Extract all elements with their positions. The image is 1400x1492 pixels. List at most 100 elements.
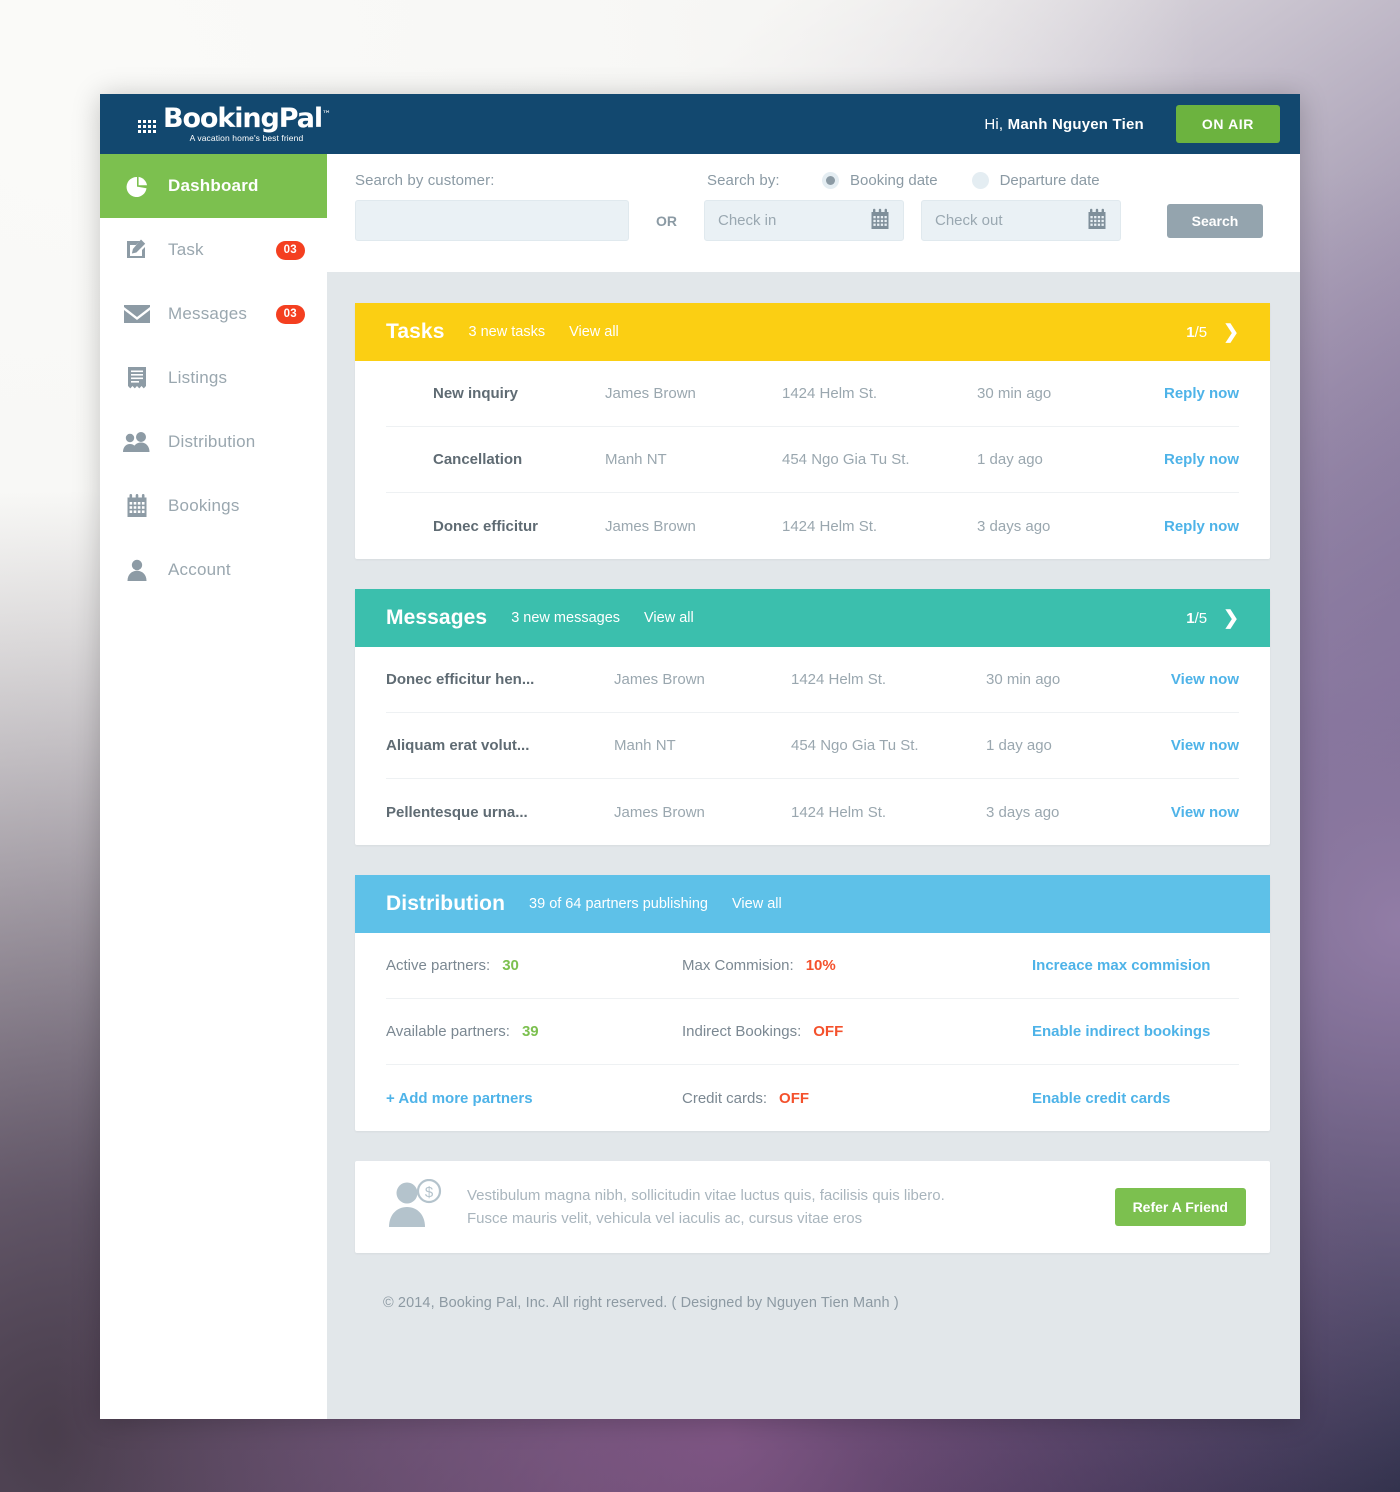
sidebar-item-label: Dashboard (168, 176, 259, 195)
message-customer: Manh NT (614, 737, 676, 754)
search-by-label: Search by: (707, 172, 780, 189)
on-air-button[interactable]: ON AIR (1175, 105, 1280, 143)
indirect-bookings-value: OFF (813, 1023, 844, 1040)
messages-panel-header: Messages 3 new messages View all 1/5 ❯ (355, 589, 1270, 647)
check-in-field[interactable]: Check in (704, 200, 904, 241)
sidebar-item-label: Messages (168, 304, 248, 323)
refer-a-friend-button[interactable]: Refer A Friend (1114, 1188, 1246, 1226)
search-button[interactable]: Search (1167, 203, 1263, 238)
message-time: 3 days ago (986, 803, 1060, 821)
user-icon (122, 558, 152, 582)
table-row[interactable]: New inquiry James Brown 1424 Helm St. 30… (386, 361, 1239, 427)
check-in-placeholder: Check in (718, 212, 777, 229)
table-row[interactable]: Donec efficitur hen... James Brown 1424 … (386, 647, 1239, 713)
chevron-right-icon[interactable]: ❯ (1223, 607, 1239, 630)
table-row[interactable]: Cancellation Manh NT 454 Ngo Gia Tu St. … (386, 427, 1239, 493)
message-view-link[interactable]: View now (1171, 737, 1239, 754)
user-money-icon: $ (385, 1178, 467, 1236)
sidebar-item-messages[interactable]: Messages 03 (100, 282, 327, 346)
task-address: 454 Ngo Gia Tu St. (782, 451, 910, 468)
sidebar-item-label: Listings (168, 368, 228, 387)
logo-wordmark: BookingPal (163, 103, 323, 135)
table-row: Available partners: 39 Indirect Bookings… (386, 999, 1239, 1065)
panel-subtitle: 39 of 64 partners publishing (529, 896, 708, 912)
referral-line-1: Vestibulum magna nibh, sollicitudin vita… (467, 1186, 945, 1204)
table-row[interactable]: Donec efficitur James Brown 1424 Helm St… (386, 493, 1239, 559)
referral-text: Vestibulum magna nibh, sollicitudin vita… (467, 1184, 1115, 1231)
task-title: Cancellation (433, 451, 523, 468)
radio-label: Booking date (850, 172, 938, 189)
sidebar-badge-task: 03 (275, 240, 305, 260)
tasks-view-all-link[interactable]: View all (569, 324, 619, 340)
brand-logo[interactable]: BookingPal™ A vacation home's best frien… (138, 103, 331, 144)
task-reply-link[interactable]: Reply now (1164, 385, 1239, 402)
sidebar-item-label: Task (168, 240, 204, 259)
radio-label: Departure date (999, 172, 1100, 189)
task-title: New inquiry (433, 385, 519, 402)
logo-trademark-icon: ™ (321, 110, 331, 121)
sidebar-item-listings[interactable]: Listings (100, 346, 327, 410)
message-customer: James Brown (614, 803, 705, 821)
messages-rows: Donec efficitur hen... James Brown 1424 … (355, 647, 1270, 845)
table-row[interactable]: Aliquam erat volut... Manh NT 454 Ngo Gi… (386, 713, 1239, 779)
calendar-icon[interactable] (870, 208, 890, 234)
radio-departure-date[interactable]: Departure date (971, 172, 1100, 189)
top-bar: BookingPal™ A vacation home's best frien… (100, 94, 1300, 154)
active-partners-value: 30 (502, 957, 519, 974)
logo-tagline: A vacation home's best friend (189, 133, 304, 144)
user-greeting: Hi, Manh Nguyen Tien (984, 115, 1144, 133)
page-total: 5 (1198, 609, 1208, 627)
pie-chart-icon (122, 174, 152, 199)
table-row[interactable]: Pellentesque urna... James Brown 1424 He… (386, 779, 1239, 845)
task-customer: James Brown (605, 517, 696, 535)
chevron-right-icon[interactable]: ❯ (1223, 321, 1239, 344)
credit-cards-value: OFF (779, 1089, 810, 1107)
sidebar-item-distribution[interactable]: Distribution (100, 410, 327, 474)
people-icon (122, 431, 152, 453)
max-commision-value: 10% (805, 957, 836, 974)
main-content: Search by customer: Search by: Booking d… (327, 154, 1300, 1419)
check-out-field[interactable]: Check out (921, 200, 1121, 241)
increase-max-commision-link[interactable]: Increace max commision (1032, 957, 1210, 974)
tasks-panel: Tasks 3 new tasks View all 1/5 ❯ New inq… (355, 303, 1270, 559)
referral-line-2: Fusce mauris velit, vehicula vel iaculis… (467, 1210, 863, 1227)
distribution-panel-header: Distribution 39 of 64 partners publishin… (355, 875, 1270, 933)
sidebar-item-label: Bookings (168, 496, 240, 515)
task-customer: Manh NT (605, 451, 667, 468)
message-view-link[interactable]: View now (1171, 804, 1239, 821)
message-time: 1 day ago (986, 737, 1052, 754)
table-row: Active partners: 30 Max Commision: 10% I… (386, 933, 1239, 999)
credit-cards-label: Credit cards: (682, 1089, 768, 1107)
panel-title: Messages (386, 606, 488, 629)
panel-title: Distribution (386, 892, 506, 915)
add-more-partners-link[interactable]: + Add more partners (386, 1090, 533, 1107)
sidebar-item-account[interactable]: Account (100, 538, 327, 602)
task-reply-link[interactable]: Reply now (1164, 518, 1239, 535)
indirect-bookings-label: Indirect Bookings: (682, 1023, 802, 1040)
message-time: 30 min ago (986, 671, 1061, 688)
message-customer: James Brown (614, 671, 705, 688)
user-name: Manh Nguyen Tien (1007, 115, 1144, 133)
message-title: Pellentesque urna... (386, 803, 528, 821)
search-customer-input[interactable] (355, 200, 629, 241)
task-address: 1424 Helm St. (782, 385, 878, 402)
svg-text:$: $ (425, 1184, 434, 1201)
distribution-view-all-link[interactable]: View all (732, 896, 782, 912)
messages-view-all-link[interactable]: View all (644, 610, 694, 626)
message-view-link[interactable]: View now (1171, 671, 1239, 688)
tasks-panel-header: Tasks 3 new tasks View all 1/5 ❯ (355, 303, 1270, 361)
task-customer: James Brown (605, 385, 696, 402)
enable-credit-cards-link[interactable]: Enable credit cards (1032, 1090, 1170, 1107)
enable-indirect-bookings-link[interactable]: Enable indirect bookings (1032, 1023, 1210, 1040)
radio-dot-icon (971, 172, 989, 189)
messages-panel: Messages 3 new messages View all 1/5 ❯ D… (355, 589, 1270, 845)
distribution-panel: Distribution 39 of 64 partners publishin… (355, 875, 1270, 1131)
calendar-icon[interactable] (1087, 208, 1107, 234)
task-reply-link[interactable]: Reply now (1164, 451, 1239, 468)
sidebar-item-dashboard[interactable]: Dashboard (100, 154, 327, 218)
message-title: Donec efficitur hen... (386, 671, 535, 688)
sidebar-item-task[interactable]: Task 03 (100, 218, 327, 282)
sidebar-item-bookings[interactable]: Bookings (100, 474, 327, 538)
distribution-rows: Active partners: 30 Max Commision: 10% I… (355, 933, 1270, 1131)
radio-booking-date[interactable]: Booking date (822, 172, 938, 189)
